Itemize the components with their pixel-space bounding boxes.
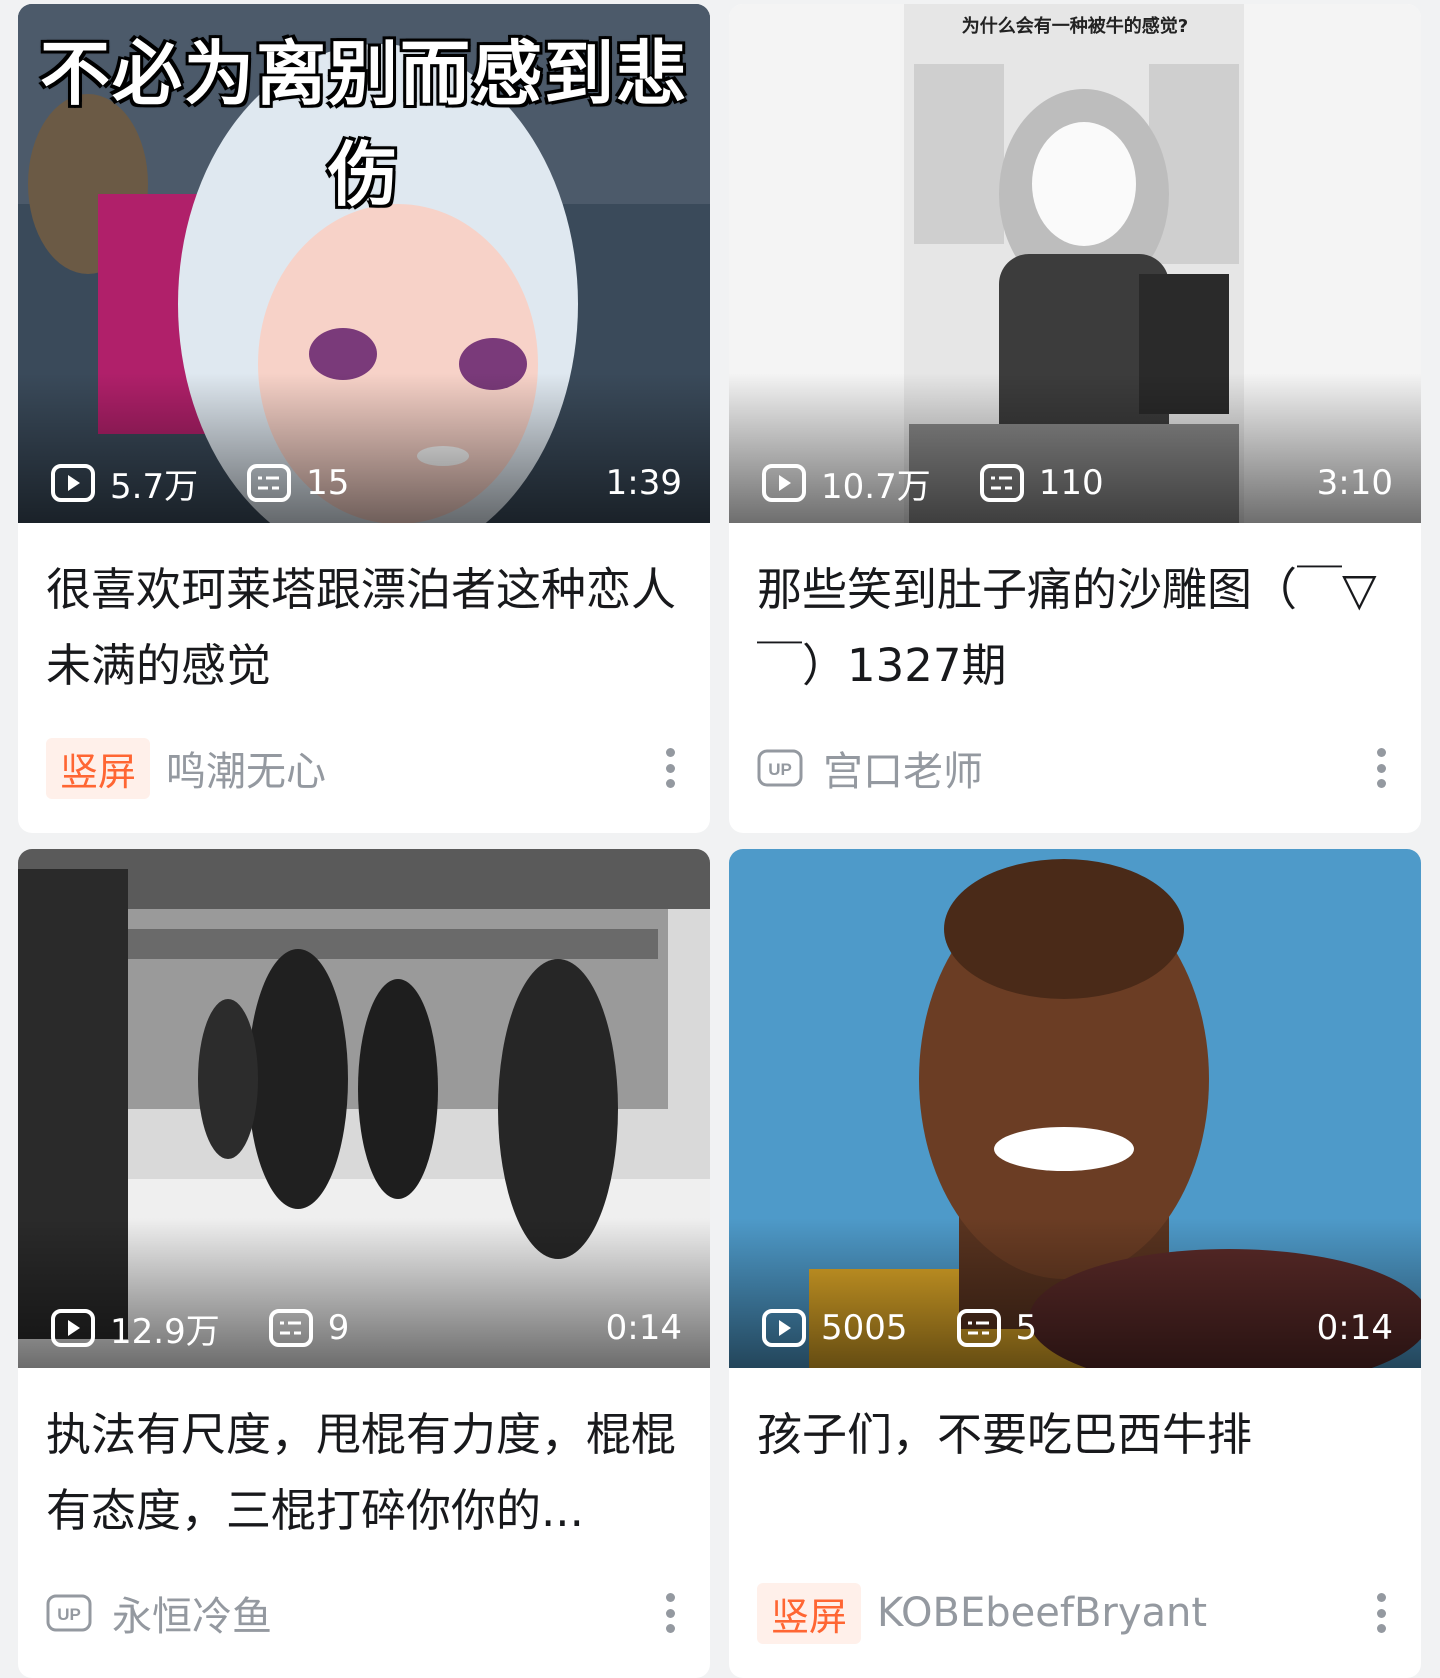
more-options-icon[interactable] <box>1371 748 1391 788</box>
more-options-icon[interactable] <box>1371 1593 1391 1633</box>
video-card[interactable]: 5005 5 0:14 孩子们，不要吃巴西牛排 竖屏 KOBEbeefBryan… <box>729 849 1421 1678</box>
author-name[interactable]: 鸣潮无心 <box>166 739 326 797</box>
danmaku-count: 15 <box>306 463 350 503</box>
thumbnail-caption: 不必为离别而感到悲伤 <box>40 33 688 216</box>
more-options-icon[interactable] <box>660 1593 680 1633</box>
thumbnail-caption: 为什么会有一种被牛的感觉? <box>961 16 1189 37</box>
play-count-icon <box>51 464 95 502</box>
video-card[interactable]: 不必为离别而感到悲伤 5.7万 15 1:39 很喜欢珂莱塔跟漂泊者这种恋人未满… <box>18 4 710 833</box>
video-title[interactable]: 那些笑到肚子痛的沙雕图（￣▽￣）1327期 <box>757 552 1397 704</box>
video-duration: 0:14 <box>605 1308 682 1348</box>
up-icon: UP <box>757 749 803 787</box>
video-thumbnail[interactable]: 为什么会有一种被牛的感觉? 10.7万 110 3:10 <box>729 4 1421 523</box>
vertical-badge: 竖屏 <box>757 1582 862 1644</box>
svg-text:UP: UP <box>768 760 792 779</box>
more-options-icon[interactable] <box>660 748 680 788</box>
author-name[interactable]: 永恒冷鱼 <box>112 1584 272 1642</box>
danmaku-icon <box>956 1309 1001 1347</box>
danmaku-count: 110 <box>1038 463 1104 503</box>
view-count: 10.7万 <box>821 466 931 507</box>
video-title[interactable]: 很喜欢珂莱塔跟漂泊者这种恋人未满的感觉 <box>46 552 686 704</box>
danmaku-count: 9 <box>327 1308 350 1348</box>
play-count-icon <box>51 1309 95 1347</box>
play-count-icon <box>762 1309 806 1347</box>
view-count: 5005 <box>821 1308 908 1348</box>
danmaku-icon <box>247 464 292 502</box>
video-duration: 0:14 <box>1316 1308 1393 1348</box>
danmaku-icon <box>979 464 1024 502</box>
video-thumbnail[interactable]: 5005 5 0:14 <box>729 849 1421 1368</box>
video-thumbnail[interactable]: 不必为离别而感到悲伤 5.7万 15 1:39 <box>18 4 710 523</box>
video-duration: 1:39 <box>605 463 682 503</box>
video-thumbnail[interactable]: 12.9万 9 0:14 <box>18 849 710 1368</box>
author-name[interactable]: 宫口老师 <box>823 739 983 797</box>
video-title[interactable]: 执法有尺度，甩棍有力度，棍棍有态度，三棍打碎你你的... <box>46 1397 686 1549</box>
video-duration: 3:10 <box>1316 463 1393 503</box>
author-name[interactable]: KOBEbeefBryant <box>877 1590 1207 1636</box>
svg-text:UP: UP <box>57 1605 81 1624</box>
view-count: 12.9万 <box>110 1311 220 1352</box>
view-count: 5.7万 <box>110 466 199 507</box>
play-count-icon <box>762 464 806 502</box>
video-title[interactable]: 孩子们，不要吃巴西牛排 <box>757 1397 1397 1473</box>
video-card[interactable]: 12.9万 9 0:14 执法有尺度，甩棍有力度，棍棍有态度，三棍打碎你你的..… <box>18 849 710 1678</box>
danmaku-icon <box>268 1309 313 1347</box>
vertical-badge: 竖屏 <box>46 737 151 799</box>
danmaku-count: 5 <box>1015 1308 1038 1348</box>
up-icon: UP <box>46 1594 92 1632</box>
video-card[interactable]: 为什么会有一种被牛的感觉? 10.7万 110 3:10 那些笑到肚子痛的沙雕图… <box>729 4 1421 833</box>
